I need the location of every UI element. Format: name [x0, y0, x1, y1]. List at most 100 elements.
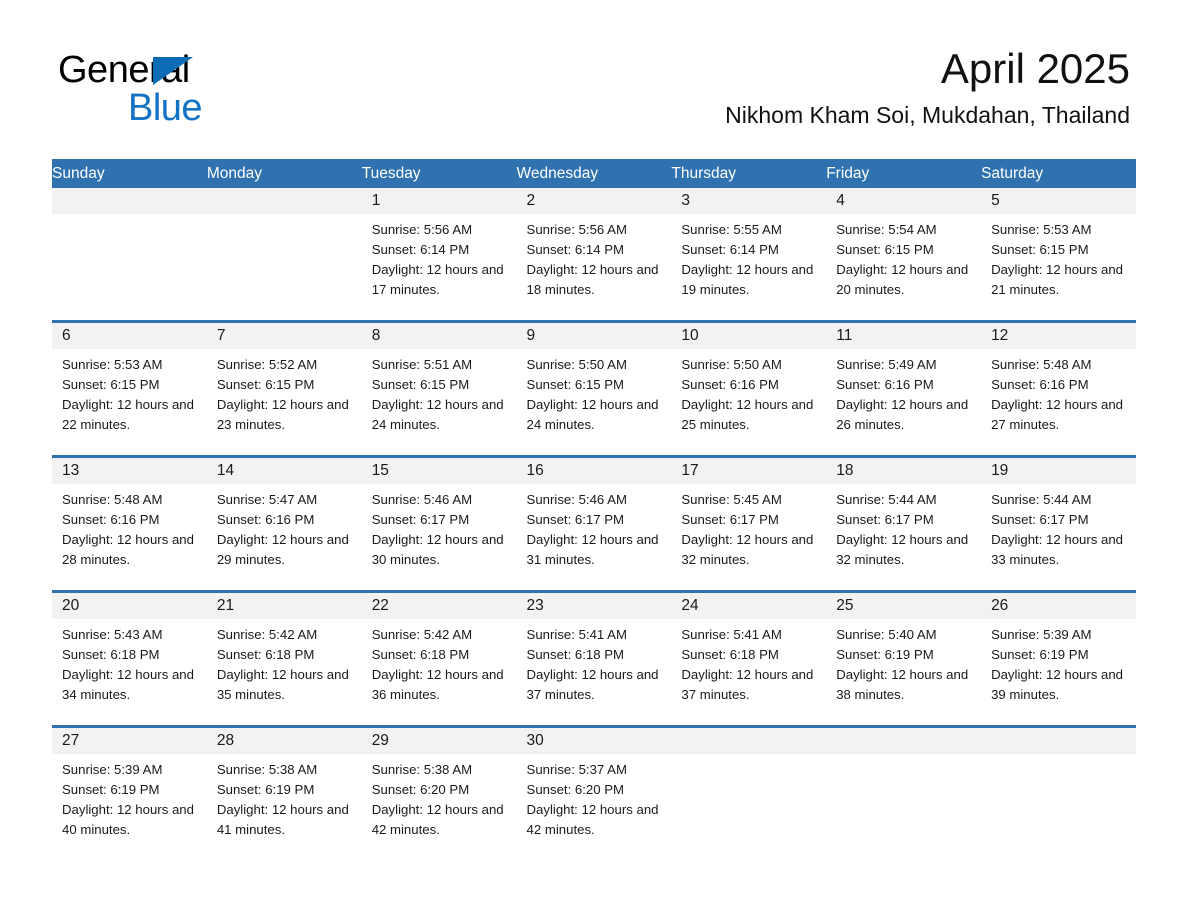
calendar-day-cell	[826, 725, 982, 860]
day-cell[interactable]: 27 Sunrise: 5:39 AM Sunset: 6:19 PM Dayligh…	[52, 728, 207, 860]
day-cell-empty	[52, 188, 207, 320]
day-details: Sunrise: 5:45 AM Sunset: 6:17 PM Daylight:…	[671, 484, 826, 570]
weekday-header-monday: Monday	[206, 159, 362, 188]
day-cell[interactable]: 7 Sunrise: 5:52 AM Sunset: 6:15 PM Daylight…	[206, 323, 362, 455]
calendar-day-cell: 25 Sunrise: 5:40 AM Sunset: 6:19 PM Dayligh…	[826, 590, 982, 727]
day-details: Sunrise: 5:56 AM Sunset: 6:14 PM Daylight:…	[362, 214, 517, 300]
day-cell[interactable]: 19 Sunrise: 5:44 AM Sunset: 6:17 PM Dayligh…	[981, 458, 1136, 590]
calendar-week-row: 13 Sunrise: 5:48 AM Sunset: 6:16 PM Dayligh…	[52, 455, 1136, 592]
day-cell[interactable]: 11 Sunrise: 5:49 AM Sunset: 6:16 PM Dayligh…	[826, 323, 982, 455]
day-details: Sunrise: 5:38 AM Sunset: 6:19 PM Daylight:…	[207, 754, 362, 840]
day-cell[interactable]: 30 Sunrise: 5:37 AM Sunset: 6:20 PM Dayligh…	[516, 728, 672, 860]
day-cell[interactable]: 22 Sunrise: 5:42 AM Sunset: 6:18 PM Dayligh…	[361, 593, 517, 725]
calendar-day-cell: 26 Sunrise: 5:39 AM Sunset: 6:19 PM Dayligh…	[981, 590, 1136, 727]
day-cell[interactable]: 9 Sunrise: 5:50 AM Sunset: 6:15 PM Daylight…	[516, 323, 672, 455]
day-cell[interactable]: 2 Sunrise: 5:56 AM Sunset: 6:14 PM Daylight…	[516, 188, 672, 320]
sunrise-text: Sunrise: 5:52 AM	[216, 357, 318, 372]
sunset-text: Sunset: 6:19 PM	[216, 782, 315, 797]
sunrise-text: Sunrise: 5:38 AM	[371, 762, 473, 777]
daylight-text: Daylight: 12 hours and 33 minutes.	[991, 532, 1124, 567]
day-cell[interactable]: 10 Sunrise: 5:50 AM Sunset: 6:16 PM Dayligh…	[671, 323, 827, 455]
day-details: Sunrise: 5:48 AM Sunset: 6:16 PM Daylight:…	[981, 349, 1136, 435]
calendar-day-cell	[671, 725, 827, 860]
daylight-text: Daylight: 12 hours and 24 minutes.	[526, 397, 659, 432]
day-cell[interactable]: 24 Sunrise: 5:41 AM Sunset: 6:18 PM Dayligh…	[671, 593, 827, 725]
sunrise-text: Sunrise: 5:46 AM	[371, 492, 473, 507]
day-cell[interactable]: 6 Sunrise: 5:53 AM Sunset: 6:15 PM Daylight…	[52, 323, 207, 455]
day-cell[interactable]: 26 Sunrise: 5:39 AM Sunset: 6:19 PM Dayligh…	[981, 593, 1136, 725]
day-cell[interactable]: 12 Sunrise: 5:48 AM Sunset: 6:16 PM Dayligh…	[981, 323, 1136, 455]
day-cell[interactable]: 5 Sunrise: 5:53 AM Sunset: 6:15 PM Daylight…	[981, 188, 1136, 320]
day-cell[interactable]: 29 Sunrise: 5:38 AM Sunset: 6:20 PM Dayligh…	[361, 728, 517, 860]
day-cell[interactable]: 25 Sunrise: 5:40 AM Sunset: 6:19 PM Dayligh…	[826, 593, 982, 725]
day-cell[interactable]: 3 Sunrise: 5:55 AM Sunset: 6:14 PM Daylight…	[671, 188, 827, 320]
title-block: April 2025 Nikhom Kham Soi, Mukdahan, Th…	[725, 44, 1130, 130]
daylight-text: Daylight: 12 hours and 25 minutes.	[681, 397, 814, 432]
sunset-text: Sunset: 6:16 PM	[681, 377, 779, 392]
daylight-text: Daylight: 12 hours and 30 minutes.	[371, 532, 504, 567]
day-cell[interactable]: 21 Sunrise: 5:42 AM Sunset: 6:18 PM Dayligh…	[206, 593, 362, 725]
calendar-day-cell: 16 Sunrise: 5:46 AM Sunset: 6:17 PM Dayligh…	[516, 455, 672, 592]
day-number: 27	[52, 728, 207, 754]
sunrise-text: Sunrise: 5:38 AM	[216, 762, 318, 777]
day-cell[interactable]: 13 Sunrise: 5:48 AM Sunset: 6:16 PM Dayligh…	[52, 458, 207, 590]
sunrise-text: Sunrise: 5:42 AM	[371, 627, 473, 642]
sunrise-text: Sunrise: 5:46 AM	[526, 492, 627, 507]
daylight-text: Daylight: 12 hours and 42 minutes.	[371, 802, 504, 837]
sunrise-text: Sunrise: 5:50 AM	[681, 357, 782, 372]
sunset-text: Sunset: 6:19 PM	[62, 782, 160, 797]
day-cell[interactable]: 18 Sunrise: 5:44 AM Sunset: 6:17 PM Dayligh…	[826, 458, 982, 590]
calendar-day-cell: 29 Sunrise: 5:38 AM Sunset: 6:20 PM Dayligh…	[361, 725, 517, 860]
calendar-day-cell: 8 Sunrise: 5:51 AM Sunset: 6:15 PM Daylight…	[361, 320, 517, 457]
weekday-header-wednesday: Wednesday	[516, 159, 672, 188]
day-cell[interactable]: 1 Sunrise: 5:56 AM Sunset: 6:14 PM Daylight…	[361, 188, 517, 320]
day-details: Sunrise: 5:55 AM Sunset: 6:14 PM Daylight:…	[671, 214, 826, 300]
calendar-day-cell: 5 Sunrise: 5:53 AM Sunset: 6:15 PM Daylight…	[981, 188, 1136, 322]
day-number: 5	[981, 188, 1136, 214]
day-cell[interactable]: 15 Sunrise: 5:46 AM Sunset: 6:17 PM Dayligh…	[361, 458, 517, 590]
calendar-day-cell: 23 Sunrise: 5:41 AM Sunset: 6:18 PM Dayligh…	[516, 590, 672, 727]
daylight-text: Daylight: 12 hours and 26 minutes.	[836, 397, 969, 432]
day-cell-empty	[981, 728, 1136, 860]
sunset-text: Sunset: 6:16 PM	[216, 512, 315, 527]
day-details: Sunrise: 5:40 AM Sunset: 6:19 PM Daylight:…	[826, 619, 981, 705]
sunset-text: Sunset: 6:17 PM	[526, 512, 625, 527]
sunset-text: Sunset: 6:15 PM	[62, 377, 160, 392]
day-cell[interactable]: 16 Sunrise: 5:46 AM Sunset: 6:17 PM Dayligh…	[516, 458, 672, 590]
day-cell[interactable]: 17 Sunrise: 5:45 AM Sunset: 6:17 PM Dayligh…	[671, 458, 827, 590]
sunset-text: Sunset: 6:20 PM	[526, 782, 625, 797]
daylight-text: Daylight: 12 hours and 31 minutes.	[526, 532, 659, 567]
day-number	[981, 728, 1136, 754]
general-blue-logo[interactable]: General Blue	[58, 50, 318, 130]
sunrise-text: Sunrise: 5:41 AM	[526, 627, 627, 642]
day-details: Sunrise: 5:49 AM Sunset: 6:16 PM Daylight:…	[826, 349, 981, 435]
weekday-header-friday: Friday	[826, 159, 982, 188]
sunrise-text: Sunrise: 5:56 AM	[371, 222, 473, 237]
sunset-text: Sunset: 6:16 PM	[991, 377, 1089, 392]
day-cell[interactable]: 8 Sunrise: 5:51 AM Sunset: 6:15 PM Daylight…	[361, 323, 517, 455]
day-cell[interactable]: 4 Sunrise: 5:54 AM Sunset: 6:15 PM Daylight…	[826, 188, 982, 320]
daylight-text: Daylight: 12 hours and 29 minutes.	[216, 532, 349, 567]
day-cell[interactable]: 28 Sunrise: 5:38 AM Sunset: 6:19 PM Dayligh…	[206, 728, 362, 860]
calendar-day-cell: 10 Sunrise: 5:50 AM Sunset: 6:16 PM Dayligh…	[671, 320, 827, 457]
day-number: 21	[206, 593, 362, 619]
calendar-header-row: Sunday Monday Tuesday Wednesday Thursday…	[52, 159, 1136, 188]
day-number: 26	[981, 593, 1136, 619]
daylight-text: Daylight: 12 hours and 27 minutes.	[991, 397, 1124, 432]
calendar-day-cell: 13 Sunrise: 5:48 AM Sunset: 6:16 PM Dayligh…	[52, 455, 207, 592]
day-number: 16	[516, 458, 672, 484]
day-cell[interactable]: 20 Sunrise: 5:43 AM Sunset: 6:18 PM Dayligh…	[52, 593, 207, 725]
daylight-text: Daylight: 12 hours and 32 minutes.	[836, 532, 969, 567]
day-details: Sunrise: 5:53 AM Sunset: 6:15 PM Daylight:…	[981, 214, 1136, 300]
sunset-text: Sunset: 6:19 PM	[836, 647, 934, 662]
calendar-body: 1 Sunrise: 5:56 AM Sunset: 6:14 PM Daylight…	[52, 188, 1136, 860]
day-details: Sunrise: 5:43 AM Sunset: 6:18 PM Daylight:…	[52, 619, 207, 705]
sunrise-text: Sunrise: 5:44 AM	[836, 492, 937, 507]
day-cell[interactable]: 14 Sunrise: 5:47 AM Sunset: 6:16 PM Dayligh…	[206, 458, 362, 590]
day-cell[interactable]: 23 Sunrise: 5:41 AM Sunset: 6:18 PM Dayligh…	[516, 593, 672, 725]
daylight-text: Daylight: 12 hours and 34 minutes.	[62, 667, 194, 702]
calendar-day-cell: 7 Sunrise: 5:52 AM Sunset: 6:15 PM Daylight…	[206, 320, 362, 457]
day-number	[671, 728, 827, 754]
calendar-day-cell: 22 Sunrise: 5:42 AM Sunset: 6:18 PM Dayligh…	[361, 590, 517, 727]
sunset-text: Sunset: 6:19 PM	[991, 647, 1089, 662]
